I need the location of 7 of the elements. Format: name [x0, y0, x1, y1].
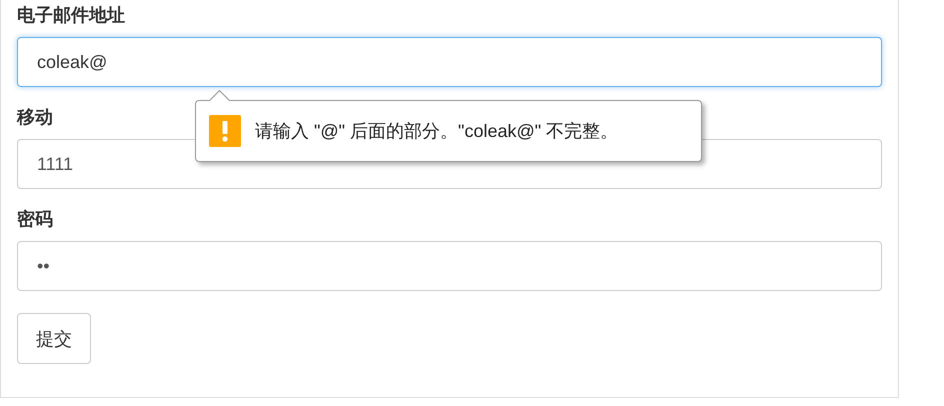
warning-icon: [209, 115, 241, 147]
field-label: 电子邮件地址: [17, 4, 125, 26]
field-label: 密码: [17, 208, 53, 230]
field-label: 移动: [17, 106, 53, 128]
input-field[interactable]: coleak@: [17, 37, 882, 87]
submit-button[interactable]: 提交: [17, 313, 91, 364]
input-field[interactable]: ••: [17, 241, 882, 291]
